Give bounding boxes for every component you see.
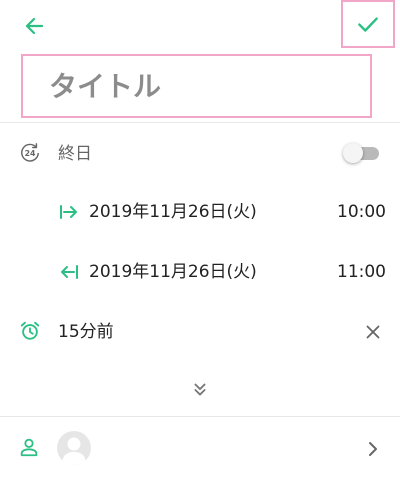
attendee-icon-wrap	[18, 436, 40, 462]
start-icon-wrap	[59, 202, 79, 226]
start-time[interactable]: 10:00	[337, 201, 386, 223]
chevron-right-icon	[369, 442, 377, 456]
all-day-toggle[interactable]	[343, 143, 381, 163]
24h-icon: 24	[21, 143, 39, 162]
arrow-in-icon	[60, 205, 77, 219]
all-day-label: 終日	[58, 144, 92, 164]
end-time[interactable]: 11:00	[337, 261, 386, 283]
close-icon	[366, 325, 380, 339]
alarm-icon	[20, 321, 40, 340]
double-chevron-down-icon	[194, 383, 206, 396]
svg-text:24: 24	[25, 149, 36, 158]
title-field[interactable]	[21, 54, 372, 118]
title-input[interactable]	[47, 68, 370, 104]
person-icon	[20, 438, 38, 457]
expand-button[interactable]	[189, 379, 211, 401]
remove-reminder-button[interactable]	[362, 321, 384, 343]
toggle-knob	[343, 143, 363, 163]
reminder-label[interactable]: 15分前	[58, 321, 114, 343]
back-button[interactable]	[14, 10, 54, 42]
divider	[0, 122, 400, 123]
all-day-icon-wrap: 24	[19, 142, 41, 168]
start-date[interactable]: 2019年11月26日(火)	[89, 201, 257, 223]
divider	[0, 416, 400, 417]
avatar[interactable]	[57, 431, 91, 465]
avatar-placeholder-icon	[62, 437, 86, 465]
arrow-out-icon	[61, 265, 78, 279]
end-date[interactable]: 2019年11月26日(火)	[89, 261, 257, 283]
save-button[interactable]	[341, 0, 395, 48]
attendee-chevron-button[interactable]	[364, 439, 382, 459]
arrow-left-icon	[25, 17, 44, 35]
reminder-icon-wrap	[19, 320, 41, 346]
end-icon-wrap	[59, 262, 79, 286]
check-icon	[358, 17, 378, 32]
